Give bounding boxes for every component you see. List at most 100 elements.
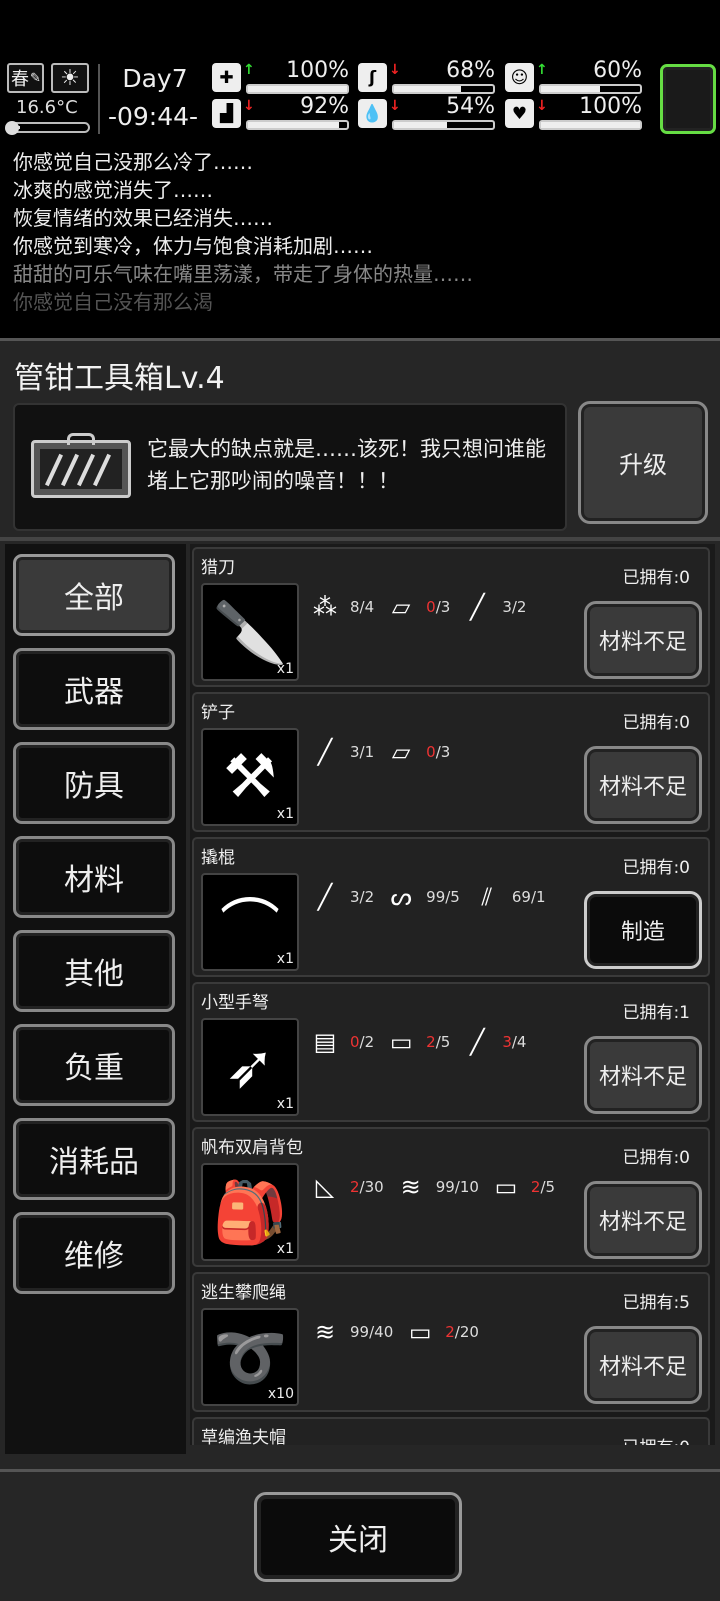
season-indicator[interactable]: 春 ✎: [7, 63, 44, 93]
material-count: 0/3: [426, 598, 450, 616]
category-other[interactable]: 其他: [13, 930, 175, 1012]
material-count: 0/3: [426, 743, 450, 761]
recipe-thumbnail[interactable]: ➰ x10: [201, 1308, 299, 1406]
material-requirement[interactable]: ▭ 2/20: [401, 1317, 479, 1347]
cloth-icon: ▭: [389, 1028, 413, 1056]
material-requirement[interactable]: ⫽ 69/1: [468, 882, 546, 912]
divider: [0, 537, 720, 541]
arrow-down-icon: ↓: [389, 62, 401, 78]
material-list: ▤ 0/2 ▭ 2/5 ╱ 3/4: [306, 1022, 534, 1062]
material-count: 99/5: [426, 888, 460, 906]
category-carry[interactable]: 负重: [13, 1024, 175, 1106]
material-need: /2: [359, 1033, 375, 1051]
craft-button[interactable]: 制造: [584, 891, 702, 969]
stat-bar: [539, 120, 642, 130]
yield-quantity: x1: [276, 951, 294, 967]
material-requirement[interactable]: ≋ 99/10: [392, 1172, 479, 1202]
recipe-thumbnail[interactable]: 🔪 x1: [201, 583, 299, 681]
stat-health[interactable]: ✚ ↑ 100%: [212, 58, 357, 94]
recipe-thumbnail[interactable]: ➶ x1: [201, 1018, 299, 1116]
material-requirement[interactable]: ▤ 0/2: [306, 1027, 375, 1057]
material-requirement[interactable]: ╱ 3/4: [458, 1027, 526, 1057]
recipe-row[interactable]: 猎刀 🔪 x1 ⁂ 8/4 ▱ 0/3 ╱ 3/2 已拥有:0 材料不足: [192, 547, 710, 687]
recipe-row[interactable]: 铲子 ⚒ x1 ╱ 3/1 ▱ 0/3 已拥有:0 材料不足: [192, 692, 710, 832]
material-have: 99: [426, 888, 446, 906]
material-need: /20: [454, 1323, 479, 1341]
material-requirement[interactable]: ▱ 0/3: [382, 737, 450, 767]
material-requirement[interactable]: ▱ 0/3: [382, 592, 450, 622]
material-requirement[interactable]: ╱ 3/2: [458, 592, 526, 622]
stat-bar: [392, 84, 495, 94]
iron-plate-icon: ▱: [391, 738, 411, 766]
sun-icon[interactable]: ☀: [51, 63, 89, 93]
recipe-row[interactable]: 帆布双肩背包 🎒 x1 ◺ 2/30 ≋ 99/10 ▭ 2/5 已拥有:0 材料不足: [192, 1127, 710, 1267]
material-list: ≋ 99/40 ▭ 2/20: [306, 1312, 487, 1352]
recipe-row[interactable]: 小型手弩 ➶ x1 ▤ 0/2 ▭ 2/5 ╱ 3/4 已拥有:1 材料不足: [192, 982, 710, 1122]
quick-slot-button[interactable]: [660, 64, 716, 134]
material-requirement[interactable]: ╱ 3/1: [306, 737, 374, 767]
category-all[interactable]: 全部: [13, 554, 175, 636]
stat-bar: [539, 84, 642, 94]
material-requirement[interactable]: ▭ 2/5: [487, 1172, 556, 1202]
message-log[interactable]: 你感觉自己没那么冷了…… 冰爽的感觉消失了…… 恢复情绪的效果已经消失…… 你感…: [0, 148, 720, 334]
material-count: 2/5: [426, 1033, 450, 1051]
material-count: 3/1: [350, 743, 374, 761]
log-line: 甜甜的可乐气味在嘴里荡漾，带走了身体的热量……: [13, 262, 473, 286]
category-repair[interactable]: 维修: [13, 1212, 175, 1294]
log-line: 你感觉自己没有那么渴: [13, 290, 213, 314]
log-line: 你感觉到寒冷，体力与饱食消耗加剧……: [13, 234, 373, 258]
material-need: /1: [359, 743, 375, 761]
temperature-readout: 16.6°C: [16, 97, 78, 118]
stat-hunger[interactable]: ʃ ↓ 68%: [358, 58, 503, 94]
material-list: ╱ 3/2 ᔕ 99/5 ⫽ 69/1: [306, 877, 554, 917]
recipe-row[interactable]: 撬棍 ⌒ x1 ╱ 3/2 ᔕ 99/5 ⫽ 69/1 已拥有:0 制造: [192, 837, 710, 977]
recipe-list[interactable]: 猎刀 🔪 x1 ⁂ 8/4 ▱ 0/3 ╱ 3/2 已拥有:0 材料不足 铲子 ⚒ x1 ╱ 3/1 ▱ 0/3 已…: [190, 544, 715, 1445]
insufficient-materials-button[interactable]: 材料不足: [584, 1326, 702, 1404]
cloth-icon: ▭: [408, 1318, 432, 1346]
insufficient-materials-button[interactable]: 材料不足: [584, 1181, 702, 1259]
material-requirement[interactable]: ╱ 3/2: [306, 882, 374, 912]
material-have: 99: [435, 1178, 455, 1196]
insufficient-materials-button[interactable]: 材料不足: [584, 601, 702, 679]
material-count: 3/2: [502, 598, 526, 616]
day-counter: Day7: [122, 64, 188, 93]
log-line: 你感觉自己没那么冷了……: [13, 150, 253, 174]
recipe-row[interactable]: 草编渔夫帽◓x1已拥有:0材料不足: [192, 1417, 710, 1445]
material-count: 99/10: [436, 1178, 479, 1196]
stat-stamina[interactable]: ▟ ↓ 92%: [212, 94, 357, 130]
material-need: /1: [530, 888, 546, 906]
stat-vitality[interactable]: ♥ ↓ 100%: [505, 94, 650, 130]
arrow-down-icon: ↓: [536, 98, 548, 114]
material-have: 2: [426, 1033, 436, 1051]
insufficient-materials-button[interactable]: 材料不足: [584, 746, 702, 824]
recipe-name: 猎刀: [201, 558, 235, 578]
material-need: /3: [435, 598, 451, 616]
log-line: 冰爽的感觉消失了……: [13, 178, 213, 202]
material-requirement[interactable]: ◺ 2/30: [306, 1172, 384, 1202]
material-requirement[interactable]: ⁂ 8/4: [306, 592, 374, 622]
arrow-up-icon: ↑: [243, 62, 255, 78]
category-sidebar: 全部 武器 防具 材料 其他 负重 消耗品 维修: [5, 544, 186, 1454]
insufficient-materials-button[interactable]: 材料不足: [584, 1036, 702, 1114]
upgrade-button[interactable]: 升级: [578, 401, 708, 524]
season-label: 春: [11, 69, 29, 90]
category-armor[interactable]: 防具: [13, 742, 175, 824]
scrap-metal-icon: ⁂: [313, 593, 337, 621]
material-requirement[interactable]: ≋ 99/40: [306, 1317, 393, 1347]
recipe-thumbnail[interactable]: ⌒ x1: [201, 873, 299, 971]
category-consumables[interactable]: 消耗品: [13, 1118, 175, 1200]
owned-count: 已拥有:0: [622, 1433, 690, 1445]
recipe-thumbnail[interactable]: 🎒 x1: [201, 1163, 299, 1261]
owned-count: 已拥有:5: [622, 1293, 690, 1313]
material-requirement[interactable]: ▭ 2/5: [382, 1027, 451, 1057]
stat-mood[interactable]: ☺ ↑ 60%: [505, 58, 650, 94]
category-materials[interactable]: 材料: [13, 836, 175, 918]
close-button[interactable]: 关闭: [254, 1492, 462, 1582]
recipe-thumbnail[interactable]: ⚒ x1: [201, 728, 299, 826]
stat-thirst[interactable]: 💧 ↓ 54%: [358, 94, 503, 130]
recipe-row[interactable]: 逃生攀爬绳 ➰ x10 ≋ 99/40 ▭ 2/20 已拥有:5 材料不足: [192, 1272, 710, 1412]
material-need: /2: [511, 598, 527, 616]
material-requirement[interactable]: ᔕ 99/5: [382, 882, 460, 912]
category-weapons[interactable]: 武器: [13, 648, 175, 730]
pipe-icon: ╱: [317, 738, 333, 766]
